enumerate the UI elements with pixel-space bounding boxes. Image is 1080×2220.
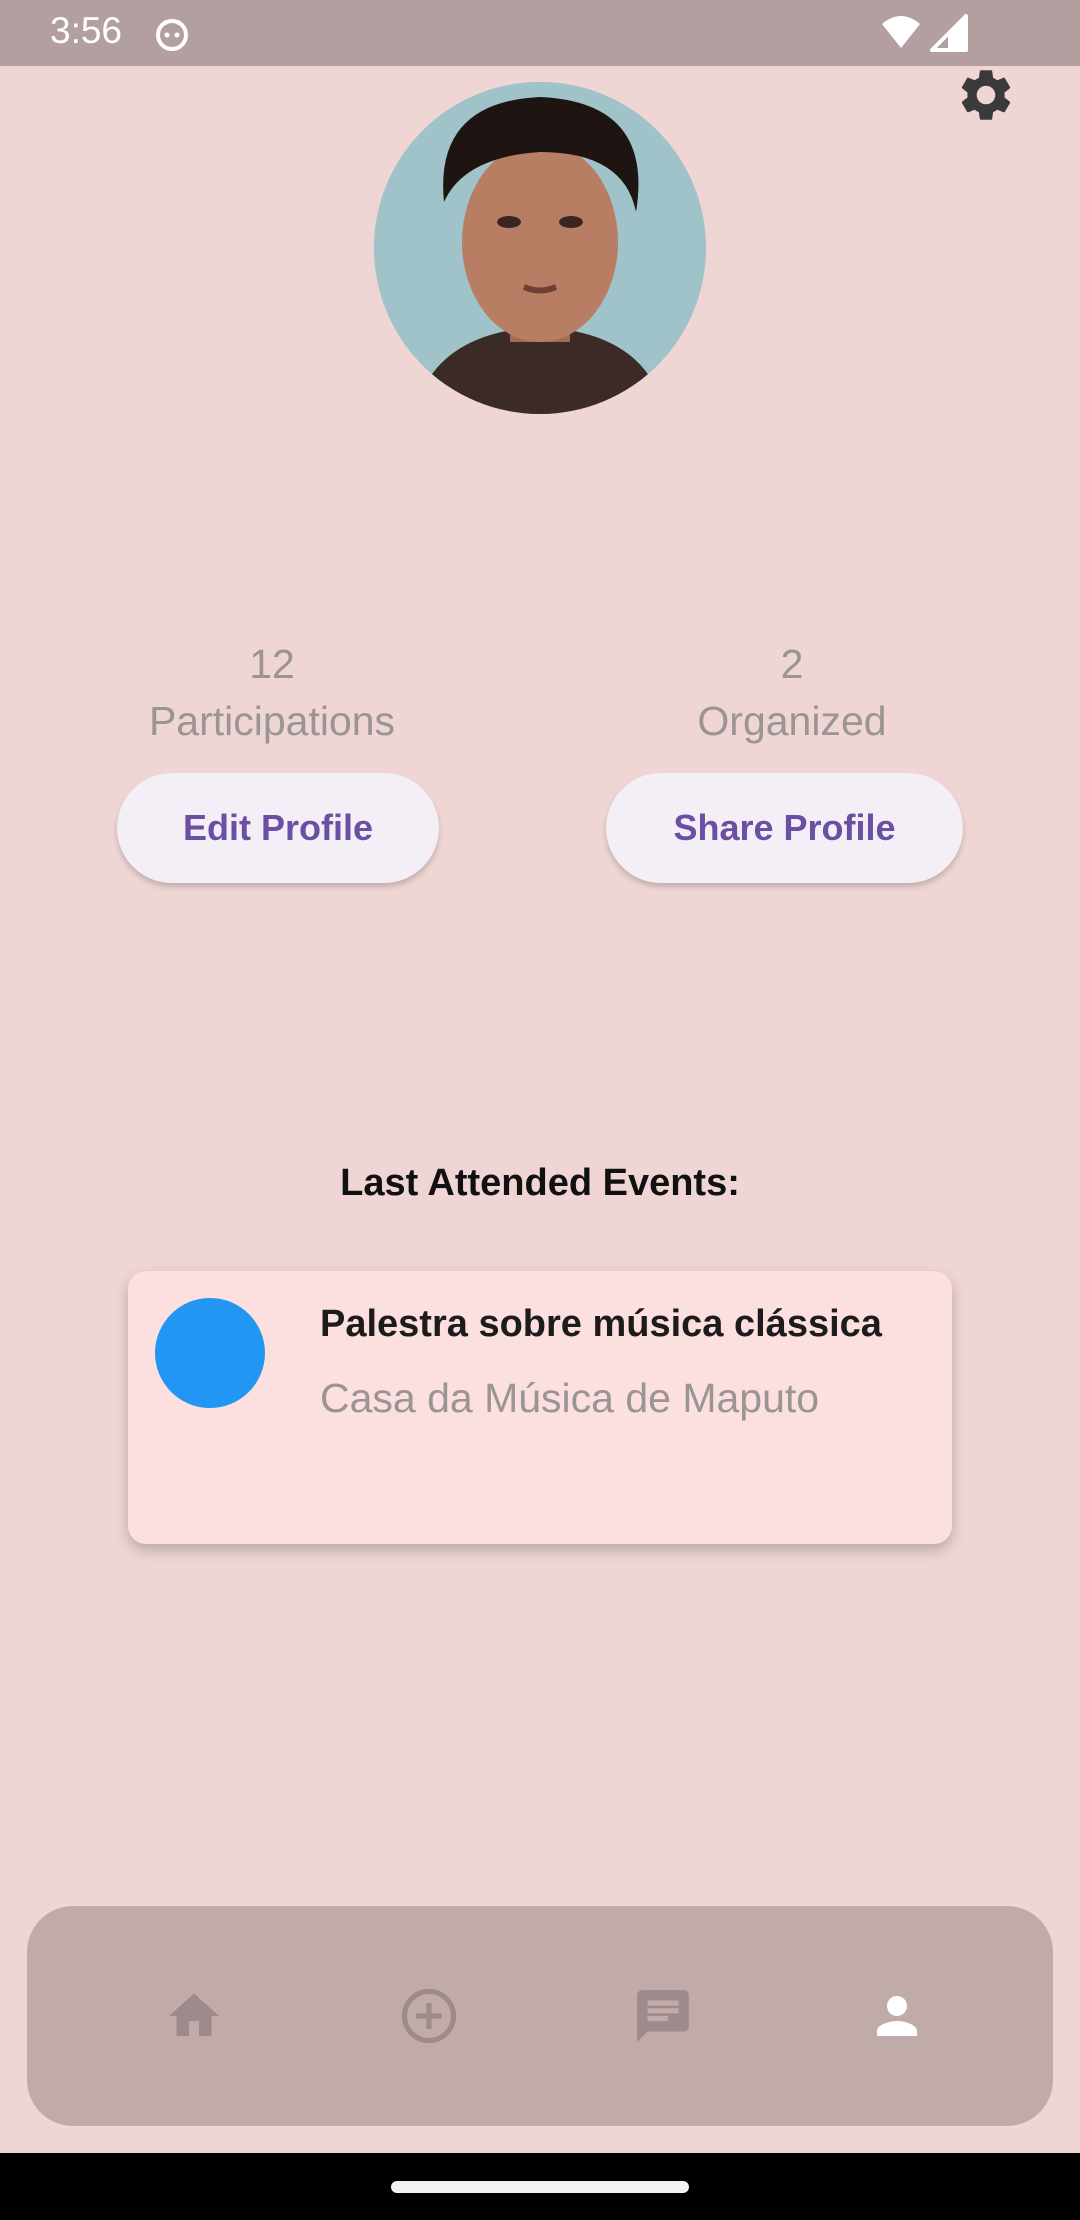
- event-card[interactable]: Palestra sobre música clássica Casa da M…: [128, 1271, 952, 1544]
- nav-home[interactable]: [159, 1981, 229, 2051]
- home-indicator[interactable]: [391, 2181, 689, 2193]
- edit-profile-button[interactable]: Edit Profile: [117, 773, 439, 883]
- participations-stat: 12 Participations: [122, 638, 422, 752]
- gear-icon[interactable]: [955, 64, 1017, 126]
- cat-face-icon: [156, 19, 188, 51]
- organized-count: 2: [780, 641, 804, 687]
- participations-count: 12: [249, 641, 295, 687]
- add-circle-icon: [401, 1988, 457, 2044]
- status-time: 3:56: [50, 10, 123, 51]
- participations-label: Participations: [148, 698, 396, 744]
- profile-photo: [374, 82, 706, 414]
- avatar: [374, 82, 706, 414]
- chat-icon: [637, 1990, 689, 2042]
- home-icon: [169, 1993, 219, 2036]
- organized-label: Organized: [697, 698, 887, 744]
- share-profile-button[interactable]: Share Profile: [606, 773, 963, 883]
- event-location: Casa da Música de Maputo: [320, 1375, 820, 1421]
- event-title: Palestra sobre música clássica: [320, 1303, 882, 1345]
- nav-chat[interactable]: [628, 1981, 698, 2051]
- person-icon: [877, 1996, 917, 2036]
- wifi-icon: [882, 16, 920, 48]
- nav-profile[interactable]: [862, 1981, 932, 2051]
- bottom-nav: [27, 1906, 1053, 2126]
- section-title: Last Attended Events:: [340, 1162, 740, 1204]
- event-dot-icon: [155, 1298, 265, 1408]
- cellular-signal-icon: [930, 14, 968, 52]
- nav-add[interactable]: [394, 1981, 464, 2051]
- organized-stat: 2 Organized: [642, 638, 942, 752]
- status-bar: 3:56: [0, 0, 1080, 66]
